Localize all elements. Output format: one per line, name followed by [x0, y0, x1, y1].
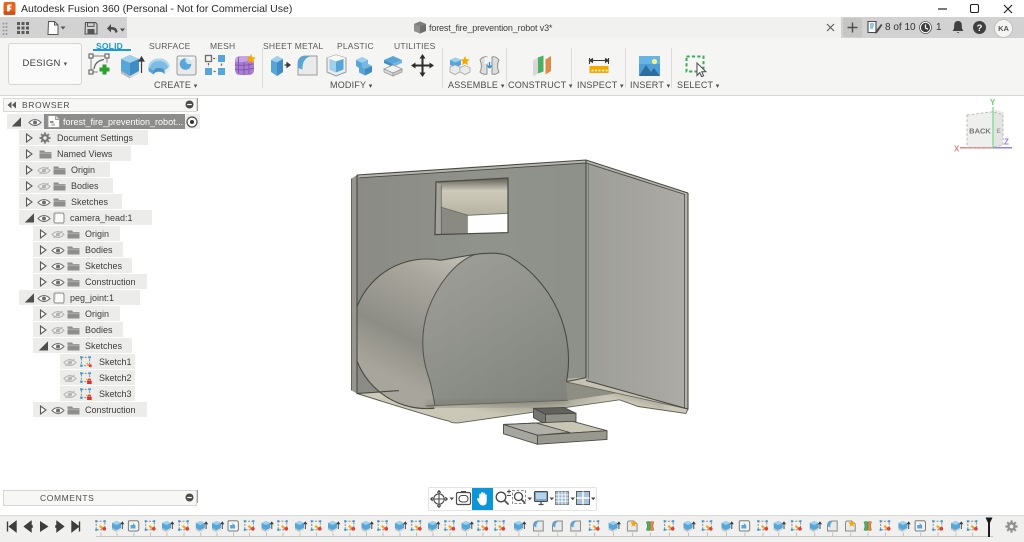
svg-text:E: E — [997, 128, 1002, 135]
svg-text:BACK: BACK — [969, 127, 991, 136]
svg-text:X: X — [954, 145, 960, 154]
svg-text:Z: Z — [1004, 138, 1009, 147]
svg-text:Y: Y — [990, 98, 996, 107]
